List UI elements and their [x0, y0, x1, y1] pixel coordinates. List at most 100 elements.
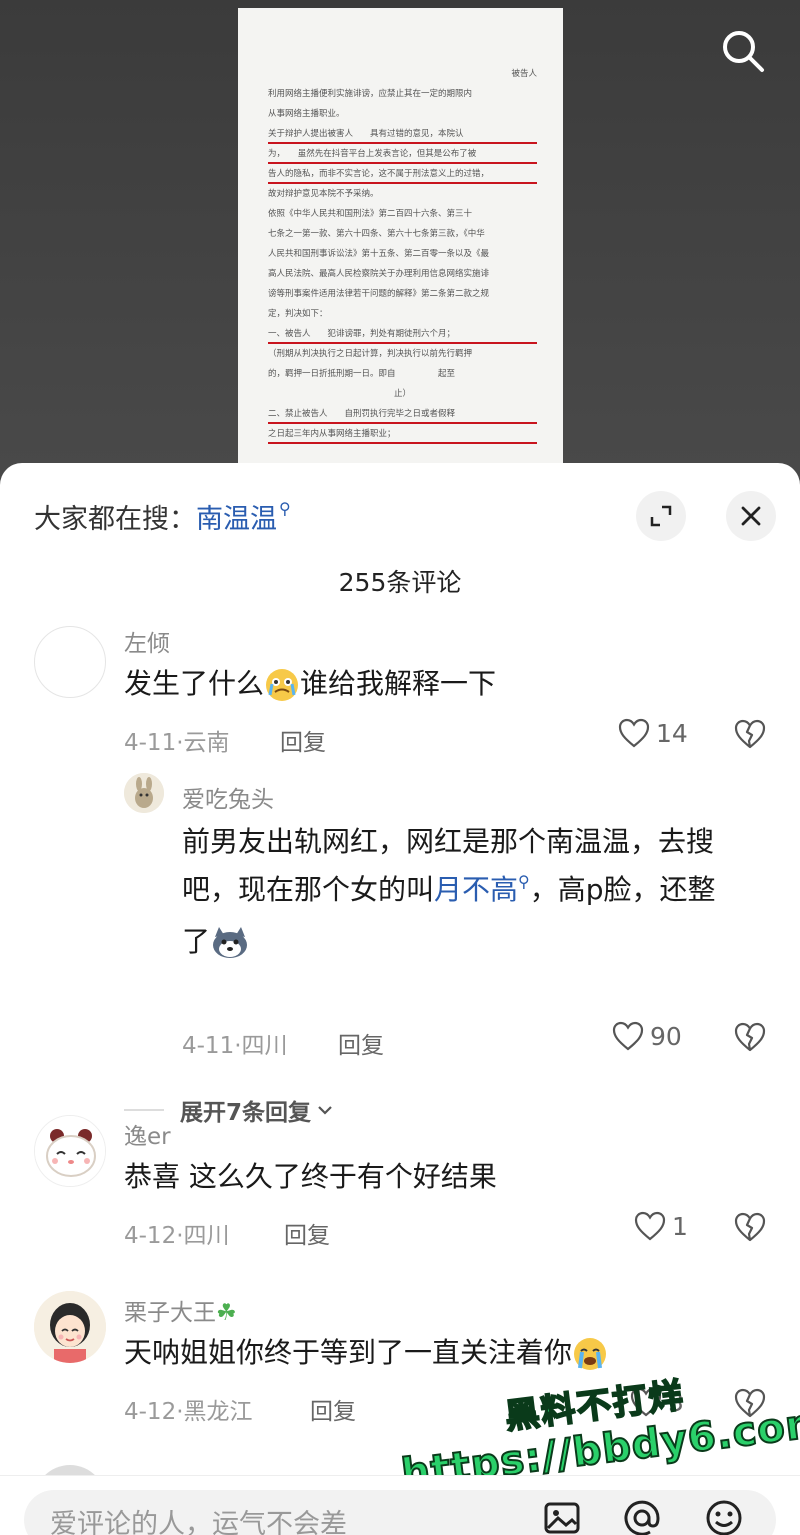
reply-button[interactable]: 回复 [280, 723, 326, 757]
broken-heart-icon [734, 1212, 766, 1242]
document-line: 人民共和国刑事诉讼法》第十五条、第二百零一条以及《最 [268, 249, 490, 259]
commenter-name[interactable]: 爱吃兔头 [182, 780, 274, 814]
video-background: 被告人利用网络主播便利实施诽谤，应禁止其在一定的期限内 从事网络主播职业。关于辩护… [0, 0, 800, 500]
rabbit-avatar-icon [124, 773, 164, 813]
expand-icon [650, 505, 672, 527]
hot-search-prefix: 大家都在搜： [34, 504, 196, 535]
comment-text-line: 了 [182, 918, 782, 966]
document-line: 故对辩护意见本院不予采纳。 [268, 189, 379, 199]
comment-meta: 4-12·黑龙江 [124, 1392, 253, 1426]
reply-button[interactable]: 回复 [338, 1026, 384, 1060]
comment-location: 云南 [183, 730, 230, 756]
divider [124, 1109, 164, 1111]
like-count: 14 [656, 718, 688, 748]
smiley-icon [706, 1500, 742, 1535]
search-keyword-link[interactable]: 月不高 [434, 873, 518, 906]
mention-button[interactable] [622, 1498, 662, 1535]
document-line: 依照《中华人民共和国刑法》第二百四十六条、第三十 [268, 209, 473, 219]
broken-heart-icon [734, 719, 766, 749]
comment-text-part: 发生了什么 [124, 667, 265, 700]
document-line: 七条之一第一款、第六十四条、第六十七条第三款，《中华 [268, 229, 485, 239]
loudly-crying-face-icon [574, 1338, 607, 1370]
like-count: 90 [650, 1021, 682, 1051]
comment-text: 恭喜 这么久了终于有个好结果 [124, 1160, 497, 1193]
chevron-down-icon [318, 1106, 332, 1115]
comment-text: 发生了什么 谁给我解释一下 [124, 660, 496, 708]
close-button[interactable] [726, 491, 776, 541]
document-line: 二、禁止被告人 自刑罚执行完毕之日或者假释 [268, 404, 537, 424]
avatar[interactable] [34, 1115, 106, 1187]
search-button[interactable] [718, 26, 768, 76]
comment-text-part: 吧，现在那个女的叫 [182, 873, 435, 906]
document-line: （刑期从判决执行之日起计算，判决执行以前先行羁押 [268, 349, 473, 359]
comment-date: 4-12 [124, 1223, 177, 1249]
girl-avatar-icon [34, 1291, 106, 1363]
clover-icon: ☘ [216, 1300, 237, 1326]
heart-icon [612, 1021, 644, 1051]
comment-text-part: 谁给我解释一下 [300, 667, 497, 700]
comment-text-part: ，高p脸，还整 [529, 873, 716, 906]
dislike-button[interactable] [734, 1212, 766, 1246]
reply-button[interactable]: 回复 [310, 1392, 356, 1426]
like-button[interactable]: 14 [618, 718, 688, 748]
comment-text-line: 前男友出轨网红，网红是那个南温温，去搜 [182, 825, 715, 858]
avatar[interactable] [34, 1291, 106, 1363]
reply-button[interactable]: 回复 [284, 1216, 330, 1250]
comment-text-part: 了 [182, 925, 211, 958]
comment-text: 天呐姐姐你终于等到了一直关注着你 [124, 1329, 608, 1377]
commenter-name[interactable]: 栗子大王☘ [124, 1293, 237, 1327]
like-button[interactable]: 90 [612, 1021, 682, 1051]
commenter-name[interactable]: 逸er [124, 1117, 171, 1151]
expand-replies-label: 展开7条回复 [180, 1100, 312, 1126]
comment-location: 黑龙江 [183, 1399, 253, 1425]
comment-date: 4-11 [124, 730, 177, 756]
keyword-search-icon: ⚲ [279, 499, 291, 518]
hot-search-keyword[interactable]: 南温温 [196, 497, 277, 536]
separator-dot: · [176, 1223, 184, 1249]
dislike-button[interactable] [734, 719, 766, 753]
comment-text-part: 天呐姐姐你终于等到了一直关注着你 [124, 1336, 573, 1369]
image-button[interactable] [542, 1498, 582, 1535]
document-line: 告人的隐私，而非不实言论，这不属于刑法意义上的过错， [268, 164, 537, 184]
document-line: 关于辩护人提出被害人 具有过错的意见，本院认 [268, 124, 537, 144]
comment-date: 4-12 [124, 1399, 177, 1425]
dislike-button[interactable] [734, 1022, 766, 1056]
document-line: 的，羁押一日折抵刑期一日。即自 起至 [268, 369, 456, 379]
judgment-document-image: 被告人利用网络主播便利实施诽谤，应禁止其在一定的期限内 从事网络主播职业。关于辩护… [238, 8, 563, 499]
search-icon [723, 31, 764, 72]
comment-input[interactable]: 爱评论的人，运气不会差 [24, 1490, 776, 1535]
commenter-name-text: 栗子大王 [124, 1300, 216, 1326]
comment-meta: 4-12·四川 [124, 1216, 230, 1250]
document-line: 谤等刑事案件适用法律若干问题的解释》第二条第二款之规 [268, 289, 490, 299]
comment-meta: 4-11·四川 [182, 1026, 288, 1060]
emoji-button[interactable] [704, 1498, 744, 1535]
comment-text: 前男友出轨网红，网红是那个南温温，去搜 吧，现在那个女的叫月不高⚲，高p脸，还整… [182, 818, 782, 966]
commenter-name[interactable]: 左倾 [124, 624, 170, 658]
comment-date: 4-11 [182, 1033, 235, 1059]
document-line: 从事网络主播职业。 [268, 109, 345, 119]
expand-button[interactable] [636, 491, 686, 541]
document-line: 利用网络主播便利实施诽谤，应禁止其在一定的期限内 [268, 89, 473, 99]
heart-icon [618, 718, 650, 748]
bear-avatar-icon [35, 1116, 105, 1186]
comment-meta: 4-11·云南 [124, 723, 230, 757]
like-button[interactable]: 1 [634, 1211, 688, 1241]
separator-dot: · [234, 1033, 242, 1059]
comment-text-line: 吧，现在那个女的叫月不高⚲，高p脸，还整 [182, 866, 782, 918]
husky-dog-icon [213, 927, 248, 958]
heart-icon [634, 1211, 666, 1241]
avatar[interactable] [124, 773, 164, 813]
crying-face-icon [266, 669, 299, 701]
comment-count-title: 255条评论 [338, 568, 462, 597]
document-line: 之日起三年内从事网络主播职业； [268, 424, 537, 444]
avatar[interactable] [34, 626, 106, 698]
comment-input-placeholder: 爱评论的人，运气不会差 [50, 1509, 347, 1535]
hot-search-bar: 大家都在搜： 南温温 ⚲ [34, 497, 291, 536]
comment-location: 四川 [241, 1033, 288, 1059]
image-icon [544, 1502, 580, 1534]
document-line: 高人民法院、最高人民检察院关于办理利用信息网络实施诽 [268, 269, 490, 279]
comment-input-bar: 爱评论的人，运气不会差 [0, 1475, 800, 1535]
document-line: 被告人 [511, 69, 537, 79]
separator-dot: · [176, 730, 184, 756]
